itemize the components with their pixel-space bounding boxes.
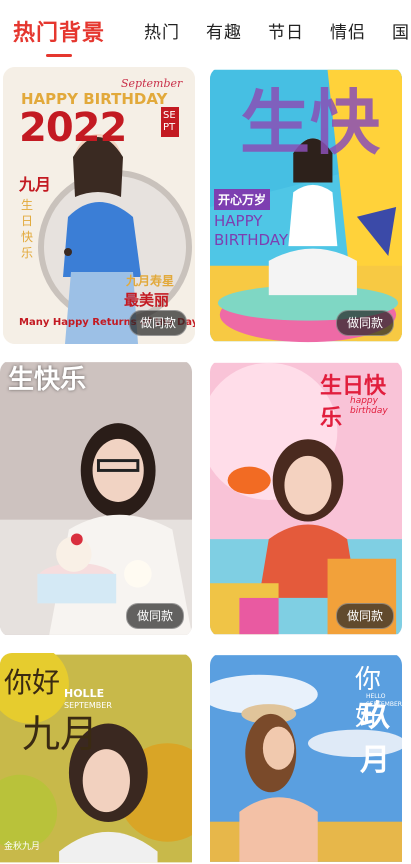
template-preview-image [0, 362, 192, 635]
tab-fun[interactable]: 有趣 [206, 18, 242, 43]
active-tab-indicator [46, 54, 72, 57]
card-year: 2022 [19, 105, 127, 151]
card-english-1: HOLLE [64, 687, 105, 700]
tab-hot-backgrounds[interactable]: 热门背景 [13, 15, 105, 47]
template-card[interactable]: 生日快乐 happy birthday 做同款 [210, 360, 402, 637]
make-same-button[interactable]: 做同款 [335, 310, 394, 336]
card-big-text-2: 九月 [22, 712, 99, 756]
template-card[interactable]: 生快乐 做同款 [0, 360, 192, 637]
card-footer-text: 金秋九月 [4, 842, 41, 852]
card-corner-label: SEPT [161, 107, 179, 137]
make-same-button[interactable]: 做同款 [128, 310, 187, 336]
card-script-text: September [121, 77, 183, 90]
card-badge: 开心万岁 [214, 189, 271, 210]
tab-popular[interactable]: 热门 [144, 18, 180, 43]
template-card[interactable]: 你好 HOLLE SEPTEMBER 九月 金秋九月 [0, 653, 192, 864]
template-card[interactable]: 你好 玖月 HELLO SEPTEMBER [210, 653, 402, 864]
card-big-text: 你好 [4, 666, 61, 699]
card-english-2: SEPTEMBER [366, 701, 402, 708]
tab-national[interactable]: 国 [392, 18, 410, 43]
make-same-button[interactable]: 做同款 [125, 603, 184, 629]
make-same-button[interactable]: 做同款 [335, 603, 394, 629]
card-big-text: 生快 [240, 82, 380, 164]
tab-holiday[interactable]: 节日 [268, 18, 304, 43]
template-card[interactable]: HAPPY BIRTHDAY September 2022 SEPT 九月 生日… [3, 67, 195, 344]
category-tab-bar: 热门背景 热门 有趣 节日 情侣 国 [0, 0, 411, 62]
card-english-text: HAPPY BIRTHDAY [214, 212, 289, 249]
template-card[interactable]: 生快 开心万岁 HAPPY BIRTHDAY 做同款 [210, 67, 402, 344]
card-line2: 最美丽 [124, 291, 170, 309]
card-line1: 九月寿星 [126, 274, 175, 288]
card-side-title: 九月 [19, 175, 52, 194]
card-script-text: happy birthday [350, 396, 388, 416]
card-side-text: 生日快乐 [21, 198, 34, 260]
card-big-text: 生快乐 [8, 365, 87, 395]
tab-couple[interactable]: 情侣 [330, 18, 366, 43]
card-english-1: HELLO [366, 693, 386, 700]
